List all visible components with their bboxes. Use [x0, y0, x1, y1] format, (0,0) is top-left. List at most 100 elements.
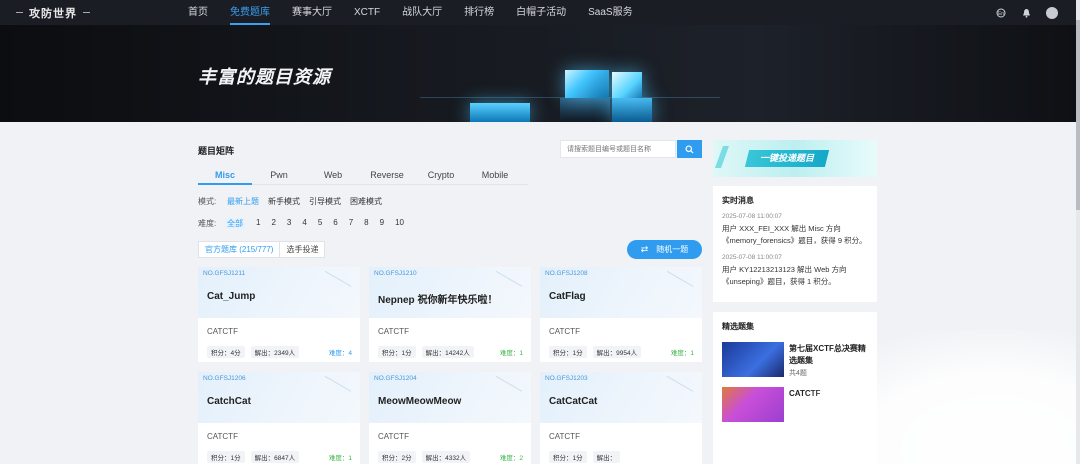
solves-badge: 解出：6847人	[250, 451, 300, 463]
score-badge: 积分：1分	[378, 346, 416, 358]
problem-number: NO.GFSJ1203	[545, 375, 588, 382]
search-button[interactable]	[677, 140, 702, 158]
solves-badge: 解出：4332人	[421, 451, 471, 463]
problem-stats: 积分：1分 解出：14242人	[378, 346, 480, 358]
pick-thumbnail[interactable]	[722, 387, 784, 422]
scrollbar-thumb[interactable]	[1076, 20, 1080, 210]
nav-item-home[interactable]: 首页	[188, 0, 208, 25]
avatar[interactable]	[1046, 6, 1058, 19]
score-badge: 积分：4分	[207, 346, 245, 358]
tab-player-submissions[interactable]: 选手投递	[280, 242, 324, 257]
tab-crypto[interactable]: Crypto	[414, 167, 468, 185]
difficulty-8[interactable]: 8	[364, 218, 368, 229]
difficulty-options: 全部 1 2 3 4 5 6 7 8 9 10	[225, 218, 415, 229]
solves-badge: 解出：14242人	[421, 346, 474, 358]
news-text: 用户 KY12213213123 解出 Web 方向《unseping》题目，获…	[722, 265, 847, 286]
random-problem-label: 随机一题	[656, 245, 689, 254]
card-header: NO.GFSJ1203 CatCatCat	[540, 372, 702, 423]
mode-options: 最新上题 新手模式 引导模式 困难模式	[227, 196, 391, 207]
card-header: NO.GFSJ1211 Cat_Jump	[198, 267, 360, 318]
banner-cube	[612, 72, 642, 98]
search-icon	[685, 144, 694, 154]
nav-item-saas[interactable]: SaaS服务	[588, 0, 632, 25]
submit-banner[interactable]: 一键投递题目	[713, 140, 877, 177]
nav-item-ranking[interactable]: 排行榜	[464, 0, 494, 25]
problem-name: CatFlag	[549, 291, 586, 302]
banner-title: 丰富的题目资源	[198, 67, 331, 87]
difficulty-label: 难度:	[198, 219, 217, 228]
nav-item-teams[interactable]: 战队大厅	[402, 0, 442, 25]
search-input[interactable]	[560, 140, 676, 158]
pick-name[interactable]: 第七届XCTF总决赛精选题集	[789, 343, 871, 367]
difficulty-7[interactable]: 7	[349, 218, 353, 229]
problem-card[interactable]: NO.GFSJ1203 CatCatCat CATCTF 积分：1分 解出：	[540, 372, 702, 464]
problem-card[interactable]: NO.GFSJ1210 Nepnep 祝你新年快乐啦！ CATCTF 积分：1分…	[369, 267, 531, 362]
difficulty-3[interactable]: 3	[287, 218, 291, 229]
mode-guided[interactable]: 引导模式	[309, 196, 341, 207]
nav-item-xctf[interactable]: XCTF	[354, 0, 380, 25]
page-scrollbar[interactable]	[1076, 0, 1080, 464]
submit-problem-button[interactable]: 一键投递题目	[744, 150, 830, 167]
top-nav: 攻防世界 首页 免费题库 赛事大厅 XCTF 战队大厅 排行榜 白帽子活动 Sa…	[0, 0, 1080, 25]
difficulty-9[interactable]: 9	[380, 218, 384, 229]
score-badge: 积分：1分	[207, 451, 245, 463]
language-icon[interactable]: En	[995, 7, 1007, 19]
mode-beginner[interactable]: 新手模式	[268, 196, 300, 207]
bell-icon[interactable]	[1020, 7, 1032, 19]
difficulty-10[interactable]: 10	[395, 218, 404, 229]
problem-source: CATCTF	[207, 432, 238, 441]
problem-number: NO.GFSJ1211	[203, 270, 246, 277]
nav-item-events[interactable]: 赛事大厅	[292, 0, 332, 25]
problem-source: CATCTF	[378, 327, 409, 336]
pick-name[interactable]: CATCTF	[789, 388, 871, 400]
score-badge: 积分：1分	[549, 451, 587, 463]
difficulty-6[interactable]: 6	[333, 218, 337, 229]
solves-badge: 解出：9954人	[592, 346, 642, 358]
problem-card[interactable]: NO.GFSJ1211 Cat_Jump CATCTF 积分：4分 解出：234…	[198, 267, 360, 362]
tab-mobile[interactable]: Mobile	[468, 167, 522, 185]
pick-thumbnail[interactable]	[722, 342, 784, 377]
nav-item-free-problems[interactable]: 免费题库	[230, 0, 270, 25]
problem-card[interactable]: NO.GFSJ1204 MeowMeowMeow CATCTF 积分：2分 解出…	[369, 372, 531, 464]
problem-stats: 积分：2分 解出：4332人	[378, 451, 476, 463]
nav-icons: En	[982, 0, 1058, 25]
problem-name: Cat_Jump	[207, 291, 256, 302]
tab-misc[interactable]: Misc	[198, 167, 252, 185]
section-title: 题目矩阵	[198, 146, 235, 156]
difficulty-all[interactable]: 全部	[225, 218, 245, 229]
banner-cube	[470, 103, 530, 122]
problem-card[interactable]: NO.GFSJ1208 CatFlag CATCTF 积分：1分 解出：9954…	[540, 267, 702, 362]
category-tabs: Misc Pwn Web Reverse Crypto Mobile	[198, 167, 528, 185]
difficulty-4[interactable]: 4	[302, 218, 306, 229]
solves-badge: 解出：	[592, 451, 621, 463]
svg-text:En: En	[998, 11, 1004, 17]
hero-banner: 丰富的题目资源	[0, 25, 1080, 122]
problem-name: Nepnep 祝你新年快乐啦！	[378, 295, 498, 306]
card-header: NO.GFSJ1204 MeowMeowMeow	[369, 372, 531, 423]
tab-pwn[interactable]: Pwn	[252, 167, 306, 185]
problem-name: CatCatCat	[549, 396, 598, 407]
nav-item-whitehat[interactable]: 白帽子活动	[516, 0, 566, 25]
mode-latest[interactable]: 最新上题	[227, 196, 259, 207]
difficulty-5[interactable]: 5	[318, 218, 322, 229]
card-header: NO.GFSJ1208 CatFlag	[540, 267, 702, 318]
card-header: NO.GFSJ1206 CatchCat	[198, 372, 360, 423]
difficulty-1[interactable]: 1	[256, 218, 260, 229]
problem-stats: 积分：1分 解出：6847人	[207, 451, 305, 463]
difficulty-badge: 难度：1	[670, 350, 694, 357]
tab-official-library[interactable]: 官方题库 (215/777)	[199, 242, 281, 257]
mode-hard[interactable]: 困难模式	[350, 196, 382, 207]
news-text: 用户 XXX_FEI_XXX 解出 Misc 方向《memory_forensi…	[722, 224, 867, 245]
problem-source: CATCTF	[207, 327, 238, 336]
problem-card[interactable]: NO.GFSJ1206 CatchCat CATCTF 积分：1分 解出：684…	[198, 372, 360, 464]
site-logo[interactable]: 攻防世界	[16, 4, 90, 21]
difficulty-2[interactable]: 2	[271, 218, 275, 229]
random-problem-button[interactable]: ⇄ 随机一题	[627, 240, 702, 259]
difficulty-badge: 难度：2	[499, 455, 523, 462]
tab-reverse[interactable]: Reverse	[360, 167, 414, 185]
problem-number: NO.GFSJ1210	[374, 270, 417, 277]
score-badge: 积分：2分	[378, 451, 416, 463]
tab-web[interactable]: Web	[306, 167, 360, 185]
problem-source: CATCTF	[549, 327, 580, 336]
problem-matrix: 题目矩阵 Misc Pwn Web Reverse Crypto Mobile …	[198, 140, 703, 464]
